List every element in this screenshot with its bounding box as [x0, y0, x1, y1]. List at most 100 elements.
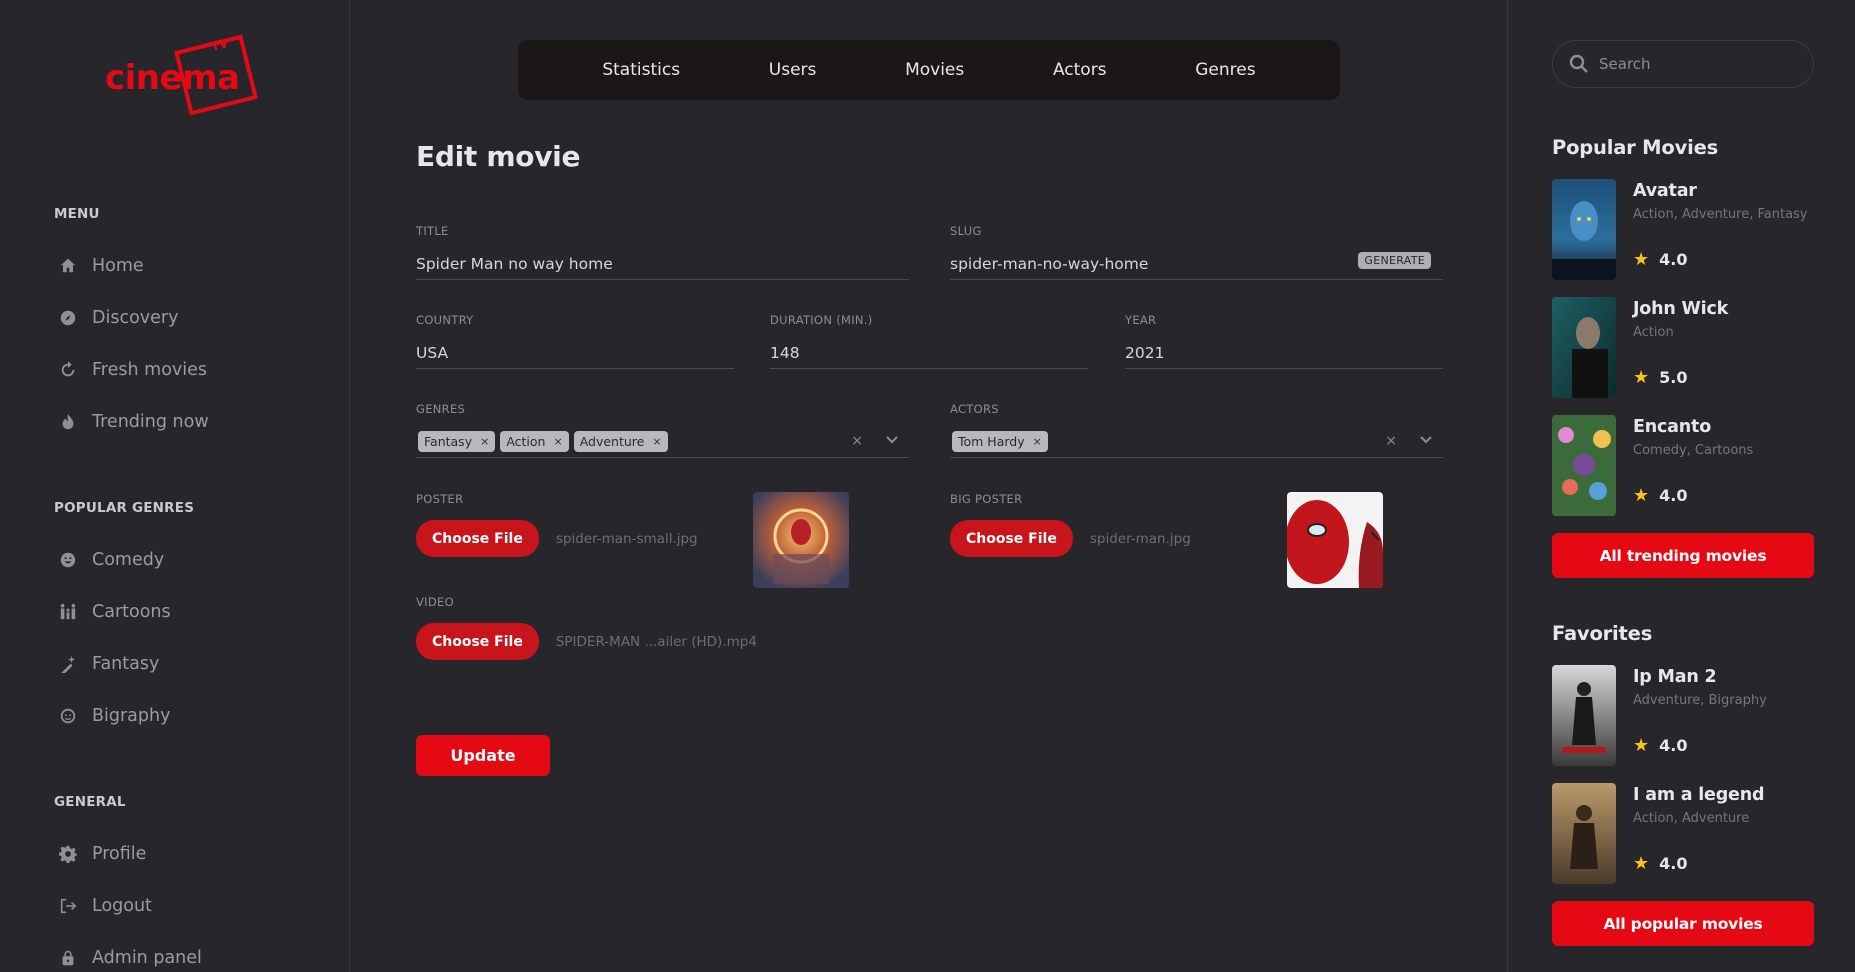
all-trending-movies-button[interactable]: All trending movies — [1552, 533, 1814, 578]
tag-remove-icon[interactable]: × — [652, 435, 661, 448]
sidebar-item-label: Home — [92, 256, 144, 276]
tag-remove-icon[interactable]: × — [1033, 435, 1042, 448]
country-input[interactable]: USA — [416, 337, 734, 369]
sidebar-item-discovery[interactable]: Discovery — [54, 292, 349, 344]
actors-select-controls: × — [1385, 432, 1433, 450]
video-label: VIDEO — [416, 595, 454, 609]
nav-users[interactable]: Users — [769, 60, 817, 80]
home-icon — [58, 256, 78, 276]
john-wick-poster-image — [1552, 297, 1616, 398]
movie-genres: Comedy, Cartoons — [1633, 443, 1754, 458]
movie-title[interactable]: Encanto — [1633, 417, 1813, 437]
genre-tag-fantasy: Fantasy × — [418, 431, 496, 452]
rating-value: 4.0 — [1659, 250, 1688, 269]
logo-text: cinema — [105, 58, 240, 98]
rating-value: 4.0 — [1659, 736, 1688, 755]
sidebar-item-label: Profile — [92, 844, 147, 864]
poster-field: POSTER Choose File spider-man-small.jpg — [416, 492, 746, 557]
slug-input[interactable]: spider-man-no-way-home GENERATE — [950, 248, 1443, 280]
actors-label: ACTORS — [950, 402, 999, 416]
sidebar-item-label: Discovery — [92, 308, 179, 328]
tag-remove-icon[interactable]: × — [480, 435, 489, 448]
movie-title[interactable]: Ip Man 2 — [1633, 667, 1813, 687]
sidebar-item-fresh-movies[interactable]: Fresh movies — [54, 344, 349, 396]
poster-file-name: spider-man-small.jpg — [555, 530, 698, 547]
movie-rating: ★ 4.0 — [1633, 735, 1687, 756]
year-input[interactable]: 2021 — [1125, 337, 1443, 369]
sidebar-item-bigraphy[interactable]: Bigraphy — [54, 690, 349, 742]
big-poster-field: BIG POSTER Choose File spider-man.jpg — [950, 492, 1280, 557]
sidebar-item-label: Bigraphy — [92, 706, 171, 726]
clear-icon[interactable]: × — [851, 433, 863, 449]
video-choose-file-button[interactable]: Choose File — [416, 623, 539, 660]
movie-item-ip-man-2[interactable]: Ip Man 2 Adventure, Bigraphy ★ 4.0 — [1552, 665, 1855, 766]
rating-value: 5.0 — [1659, 368, 1688, 387]
chevron-down-icon[interactable] — [1419, 432, 1433, 450]
nav-statistics[interactable]: Statistics — [602, 60, 680, 80]
menu-heading: MENU — [54, 206, 100, 222]
nav-movies[interactable]: Movies — [905, 60, 964, 80]
actors-select[interactable]: Tom Hardy × × — [950, 426, 1443, 458]
star-icon: ★ — [1633, 249, 1650, 270]
movie-title[interactable]: Avatar — [1633, 181, 1813, 201]
generate-slug-button[interactable]: GENERATE — [1358, 252, 1431, 269]
movie-info: I am a legend Action, Adventure ★ 4.0 — [1633, 783, 1813, 884]
page-title: Edit movie — [416, 140, 581, 173]
rating-value: 4.0 — [1659, 486, 1688, 505]
movie-item-john-wick[interactable]: John Wick Action ★ 5.0 — [1552, 297, 1855, 398]
sidebar-item-label: Fresh movies — [92, 360, 207, 380]
sidebar-item-trending-now[interactable]: Trending now — [54, 396, 349, 448]
search-box[interactable]: Search — [1552, 40, 1814, 88]
main-content: Statistics Users Movies Actors Genres Ed… — [350, 0, 1507, 972]
sidebar-item-admin-panel[interactable]: Admin panel — [54, 932, 349, 972]
tag-remove-icon[interactable]: × — [553, 435, 562, 448]
sidebar-item-label: Fantasy — [92, 654, 160, 674]
general-heading: GENERAL — [54, 794, 126, 810]
big-poster-choose-file-button[interactable]: Choose File — [950, 520, 1073, 557]
duration-field: DURATION (MIN.) 148 — [770, 313, 1088, 369]
logout-icon — [58, 896, 78, 916]
sidebar-item-cartoons[interactable]: Cartoons — [54, 586, 349, 638]
all-popular-movies-button[interactable]: All popular movies — [1552, 901, 1814, 946]
smile-icon — [58, 550, 78, 570]
tag-label: Action — [506, 434, 546, 449]
family-icon — [58, 602, 78, 622]
sidebar-item-profile[interactable]: Profile — [54, 828, 349, 880]
star-icon: ★ — [1633, 853, 1650, 874]
movie-item-encanto[interactable]: Encanto Comedy, Cartoons ★ 4.0 — [1552, 415, 1855, 516]
sidebar-item-label: Admin panel — [92, 948, 202, 968]
star-icon: ★ — [1633, 735, 1650, 756]
duration-input[interactable]: 148 — [770, 337, 1088, 369]
movie-title[interactable]: I am a legend — [1633, 785, 1813, 805]
big-poster-label: BIG POSTER — [950, 492, 1023, 506]
menu-section: MENU Home Discovery Fresh movies Trendin… — [54, 206, 349, 448]
movie-item-i-am-a-legend[interactable]: I am a legend Action, Adventure ★ 4.0 — [1552, 783, 1855, 884]
poster-choose-file-button[interactable]: Choose File — [416, 520, 539, 557]
movie-rating: ★ 5.0 — [1633, 367, 1687, 388]
update-button[interactable]: Update — [416, 735, 550, 776]
cinema-logo[interactable]: cinema TV — [105, 34, 265, 116]
chevron-down-icon[interactable] — [885, 432, 899, 450]
sidebar-item-comedy[interactable]: Comedy — [54, 534, 349, 586]
sidebar-item-fantasy[interactable]: Fantasy — [54, 638, 349, 690]
tag-label: Fantasy — [424, 434, 473, 449]
sidebar-item-home[interactable]: Home — [54, 240, 349, 292]
sidebar-item-label: Logout — [92, 896, 152, 916]
big-poster-file-row: Choose File spider-man.jpg — [950, 520, 1280, 557]
genres-heading: POPULAR GENRES — [54, 500, 195, 516]
movie-item-avatar[interactable]: Avatar Action, Adventure, Fantasy ★ 4.0 — [1552, 179, 1855, 280]
sidebar-item-logout[interactable]: Logout — [54, 880, 349, 932]
slug-value: spider-man-no-way-home — [950, 254, 1149, 273]
title-input[interactable]: Spider Man no way home — [416, 248, 909, 280]
year-label: YEAR — [1125, 313, 1157, 327]
genres-select[interactable]: Fantasy × Action × Adventure × × — [416, 426, 909, 458]
tag-label: Tom Hardy — [958, 434, 1025, 449]
title-label: TITLE — [416, 224, 449, 238]
nav-actors[interactable]: Actors — [1053, 60, 1107, 80]
clear-icon[interactable]: × — [1385, 433, 1397, 449]
sidebar-item-label: Trending now — [92, 412, 209, 432]
genre-tag-action: Action × — [500, 431, 569, 452]
nav-genres[interactable]: Genres — [1195, 60, 1255, 80]
genres-field: GENRES Fantasy × Action × Adventure × × — [416, 402, 909, 458]
movie-title[interactable]: John Wick — [1633, 299, 1813, 319]
